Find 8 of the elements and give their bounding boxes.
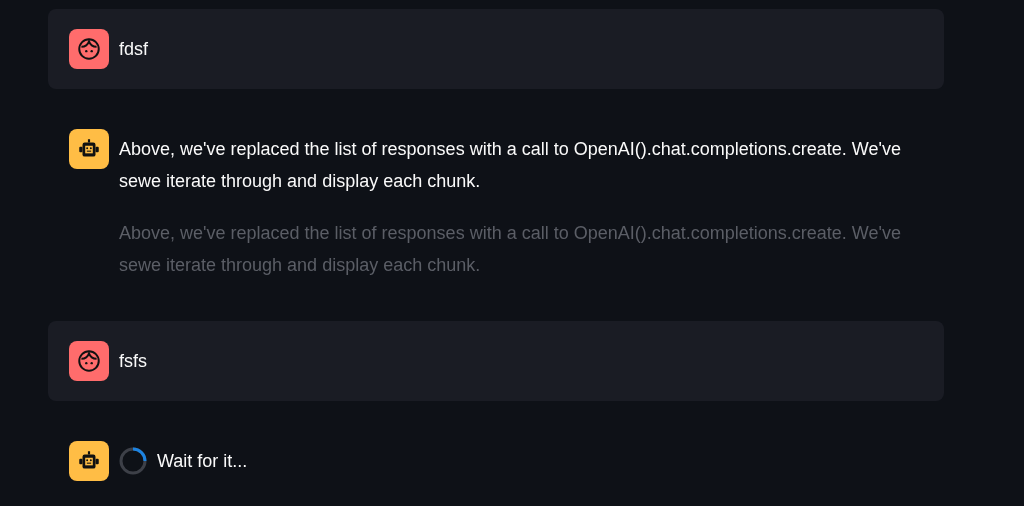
message-text: Above, we've replaced the list of responses with a call to OpenAI().chat.completions.create. We've sewe iterate through and display each chunk. <box>119 138 902 193</box>
message-text: fdsf <box>119 38 149 61</box>
message-text: Above, we've replaced the list of responses with a call to OpenAI().chat.completions.create. We've sewe iterate through and display each chunk. <box>119 222 902 277</box>
status-text: Wait for it... <box>157 450 248 473</box>
face-icon <box>76 36 102 62</box>
spinner-icon <box>119 447 147 475</box>
message-text: fsfs <box>119 350 148 373</box>
face-icon <box>76 348 102 374</box>
